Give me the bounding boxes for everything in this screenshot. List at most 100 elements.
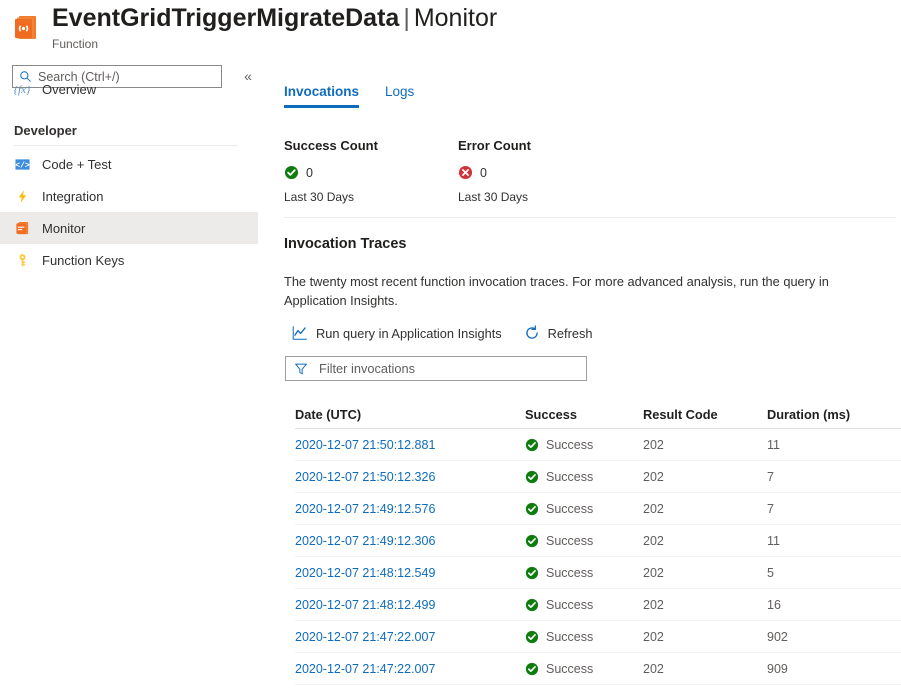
metric-success-count: Success Count 0 Last 30 Days <box>284 138 458 204</box>
metric-value: 0 <box>480 166 487 180</box>
table-row[interactable]: 2020-12-07 21:49:12.306 Success 202 11 <box>295 525 901 557</box>
column-header-result-code[interactable]: Result Code <box>643 407 767 422</box>
duration-value: 909 <box>767 662 887 676</box>
table-row[interactable]: 2020-12-07 21:50:12.881 Success 202 11 <box>295 429 901 461</box>
invocation-date-link[interactable]: 2020-12-07 21:49:12.306 <box>295 534 435 548</box>
lightning-bolt-icon <box>14 188 30 204</box>
invocation-traces-heading: Invocation Traces <box>284 236 407 252</box>
result-code-value: 202 <box>643 502 767 516</box>
sidebar-item-label: Monitor <box>42 221 85 236</box>
result-code-value: 202 <box>643 566 767 580</box>
error-x-icon <box>458 165 473 180</box>
invocation-traces-table: Date (UTC) Success Result Code Duration … <box>295 400 901 685</box>
success-check-icon <box>525 534 539 548</box>
metric-period: Last 30 Days <box>458 190 632 204</box>
invocation-date-link[interactable]: 2020-12-07 21:50:12.881 <box>295 438 435 452</box>
function-app-icon <box>12 14 40 42</box>
column-header-date[interactable]: Date (UTC) <box>295 407 525 422</box>
sidebar-item-label: Overview <box>42 82 96 97</box>
success-label: Success <box>546 630 593 644</box>
refresh-button[interactable]: Refresh <box>524 325 593 341</box>
table-row[interactable]: 2020-12-07 21:47:22.007 Success 202 902 <box>295 621 901 653</box>
main-content: Invocations Logs Success Count 0 <box>284 60 901 688</box>
function-fx-icon: {fx} <box>14 81 30 97</box>
success-check-icon <box>525 438 539 452</box>
blade-header: EventGridTriggerMigrateData|Monitor Func… <box>0 0 901 58</box>
table-row[interactable]: 2020-12-07 21:48:12.499 Success 202 16 <box>295 589 901 621</box>
sidebar-item-label: Code + Test <box>42 157 112 172</box>
success-label: Success <box>546 598 593 612</box>
success-check-icon <box>525 630 539 644</box>
page-name: Monitor <box>414 4 497 32</box>
duration-value: 16 <box>767 598 887 612</box>
sidebar-item-overview[interactable]: {fx} Overview <box>0 73 258 105</box>
invocation-date-link[interactable]: 2020-12-07 21:47:22.007 <box>295 662 435 676</box>
tab-bar: Invocations Logs <box>284 84 440 108</box>
page-title: EventGridTriggerMigrateData|Monitor Func… <box>52 2 497 52</box>
duration-value: 7 <box>767 470 887 484</box>
result-code-value: 202 <box>643 662 767 676</box>
metric-error-count: Error Count 0 Last 30 Days <box>458 138 632 204</box>
sidebar-section-developer: Developer <box>0 119 268 141</box>
invocation-date-link[interactable]: 2020-12-07 21:47:22.007 <box>295 630 435 644</box>
sidebar-item-monitor[interactable]: Monitor <box>0 212 258 244</box>
sidebar-item-integration[interactable]: Integration <box>0 180 258 212</box>
run-query-button[interactable]: Run query in Application Insights <box>292 325 502 341</box>
sidebar: « {fx} Overview Developer </> Code <box>0 60 268 688</box>
success-check-icon <box>525 566 539 580</box>
invocation-traces-description: The twenty most recent function invocati… <box>284 272 878 310</box>
toolbar-button-label: Run query in Application Insights <box>316 326 502 341</box>
duration-value: 902 <box>767 630 887 644</box>
section-header-label: Developer <box>14 123 77 138</box>
tab-logs[interactable]: Logs <box>385 84 414 108</box>
table-row[interactable]: 2020-12-07 21:47:22.007 Success 202 909 <box>295 653 901 685</box>
code-brackets-icon: </> <box>14 156 30 172</box>
content-divider <box>284 217 896 218</box>
success-check-icon <box>525 502 539 516</box>
metric-title: Error Count <box>458 138 632 153</box>
success-label: Success <box>546 566 593 580</box>
invocation-date-link[interactable]: 2020-12-07 21:48:12.549 <box>295 566 435 580</box>
column-header-success[interactable]: Success <box>525 407 643 422</box>
table-row[interactable]: 2020-12-07 21:48:12.549 Success 202 5 <box>295 557 901 589</box>
refresh-icon <box>524 325 540 341</box>
monitor-book-icon <box>14 220 30 236</box>
success-label: Success <box>546 470 593 484</box>
sidebar-item-function-keys[interactable]: Function Keys <box>0 244 258 276</box>
result-code-value: 202 <box>643 470 767 484</box>
table-row[interactable]: 2020-12-07 21:50:12.326 Success 202 7 <box>295 461 901 493</box>
success-check-icon <box>284 165 299 180</box>
tab-label: Invocations <box>284 84 359 99</box>
title-separator: | <box>399 4 414 32</box>
invocation-date-link[interactable]: 2020-12-07 21:49:12.576 <box>295 502 435 516</box>
metrics-row: Success Count 0 Last 30 Days Error Count <box>284 138 632 204</box>
filter-invocations-input[interactable] <box>317 360 578 377</box>
success-check-icon <box>525 470 539 484</box>
success-check-icon <box>525 598 539 612</box>
azure-portal-blade: EventGridTriggerMigrateData|Monitor Func… <box>0 0 901 688</box>
svg-text:{fx}: {fx} <box>14 84 30 96</box>
filter-funnel-icon <box>294 362 308 376</box>
toolbar-button-label: Refresh <box>548 326 593 341</box>
tab-invocations[interactable]: Invocations <box>284 84 359 108</box>
duration-value: 5 <box>767 566 887 580</box>
column-header-duration[interactable]: Duration (ms) <box>767 407 887 422</box>
sidebar-item-label: Integration <box>42 189 103 204</box>
duration-value: 7 <box>767 502 887 516</box>
line-chart-icon <box>292 325 308 341</box>
invocation-date-link[interactable]: 2020-12-07 21:48:12.499 <box>295 598 435 612</box>
sidebar-divider <box>14 145 238 146</box>
metric-value: 0 <box>306 166 313 180</box>
resource-name: EventGridTriggerMigrateData <box>52 4 399 32</box>
svg-text:</>: </> <box>15 161 30 170</box>
success-check-icon <box>525 662 539 676</box>
sidebar-item-label: Function Keys <box>42 253 124 268</box>
invocation-date-link[interactable]: 2020-12-07 21:50:12.326 <box>295 470 435 484</box>
tab-label: Logs <box>385 84 414 99</box>
sidebar-item-code-test[interactable]: </> Code + Test <box>0 148 258 180</box>
table-row[interactable]: 2020-12-07 21:49:12.576 Success 202 7 <box>295 493 901 525</box>
success-label: Success <box>546 662 593 676</box>
filter-invocations-box[interactable] <box>285 356 587 381</box>
result-code-value: 202 <box>643 438 767 452</box>
key-icon <box>14 252 30 268</box>
